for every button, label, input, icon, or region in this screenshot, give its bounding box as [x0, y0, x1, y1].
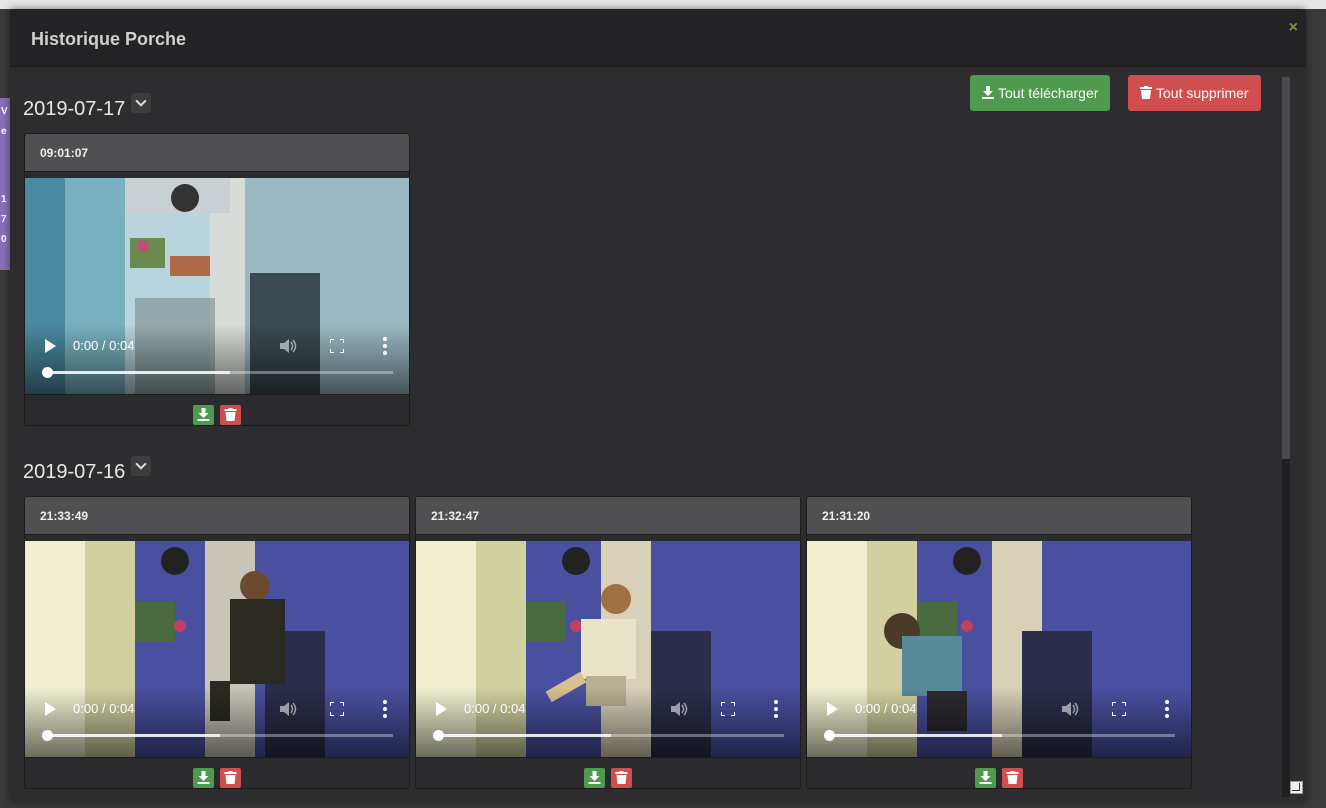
resize-handle-icon[interactable] — [1290, 781, 1303, 794]
seek-knob[interactable] — [824, 730, 835, 741]
volume-icon[interactable] — [280, 338, 298, 354]
clip-card: 21:31:20 0:00 / 0:04 — [806, 496, 1192, 789]
buffered-bar — [438, 734, 611, 737]
seek-bar[interactable] — [438, 734, 784, 737]
player-time: 0:00 / 0:04 — [73, 701, 135, 716]
clip-footer — [25, 394, 409, 425]
more-options-icon[interactable] — [1165, 700, 1169, 718]
clip-card: 21:32:47 0:00 / 0:04 — [415, 496, 801, 789]
delete-clip-button[interactable] — [1002, 768, 1023, 788]
chevron-down-icon[interactable] — [131, 456, 152, 476]
play-icon[interactable] — [436, 702, 447, 716]
clip-header: 21:31:20 — [807, 497, 1191, 535]
clip-footer — [416, 757, 800, 788]
modal-body: Tout télécharger Tout supprimer 2019-07-… — [10, 67, 1284, 802]
trash-icon — [224, 408, 237, 421]
delete-all-label: Tout supprimer — [1156, 85, 1249, 101]
fullscreen-icon[interactable] — [721, 702, 735, 716]
modal-title: Historique Porche — [31, 29, 187, 49]
chevron-down-icon[interactable] — [131, 93, 152, 113]
close-icon[interactable]: × — [1289, 19, 1298, 37]
history-modal: Historique Porche × Tout télécharger Tou… — [10, 9, 1306, 802]
seek-knob[interactable] — [42, 367, 53, 378]
background-tile: Ve170 — [0, 98, 10, 270]
controls-shade — [25, 687, 409, 757]
fullscreen-icon[interactable] — [330, 702, 344, 716]
play-icon[interactable] — [45, 339, 56, 353]
trash-icon — [1006, 771, 1019, 784]
video-player[interactable]: 0:00 / 0:04 — [25, 178, 409, 394]
seek-bar[interactable] — [47, 371, 393, 374]
buffered-bar — [47, 371, 231, 374]
fullscreen-icon[interactable] — [330, 339, 344, 353]
download-icon — [197, 408, 210, 421]
scrollbar[interactable] — [1282, 77, 1290, 797]
delete-all-button[interactable]: Tout supprimer — [1128, 75, 1261, 111]
fullscreen-icon[interactable] — [1112, 702, 1126, 716]
delete-clip-button[interactable] — [611, 768, 632, 788]
controls-shade — [25, 324, 409, 394]
date-heading: 2019-07-17 — [23, 93, 152, 121]
download-all-label: Tout télécharger — [998, 85, 1099, 101]
trash-icon — [615, 771, 628, 784]
date-label: 2019-07-16 — [23, 461, 126, 483]
trash-icon — [224, 771, 237, 784]
date-label: 2019-07-17 — [23, 98, 126, 120]
clip-footer — [807, 757, 1191, 788]
trash-icon — [1140, 86, 1152, 99]
clip-header: 21:33:49 — [25, 497, 409, 535]
player-time: 0:00 / 0:04 — [855, 701, 917, 716]
player-time: 0:00 / 0:04 — [73, 338, 135, 353]
video-player[interactable]: 0:00 / 0:04 — [25, 541, 409, 757]
browser-top-strip — [0, 0, 1326, 9]
video-player[interactable]: 0:00 / 0:04 — [416, 541, 800, 757]
clip-time: 21:31:20 — [822, 509, 871, 523]
controls-shade — [416, 687, 800, 757]
download-icon — [197, 771, 210, 784]
scrollbar-thumb[interactable] — [1282, 77, 1290, 459]
volume-icon[interactable] — [671, 701, 689, 717]
clip-header: 21:32:47 — [416, 497, 800, 535]
clip-footer — [25, 757, 409, 788]
buffered-bar — [829, 734, 1002, 737]
video-player[interactable]: 0:00 / 0:04 — [807, 541, 1191, 757]
download-icon — [588, 771, 601, 784]
volume-icon[interactable] — [1062, 701, 1080, 717]
player-time: 0:00 / 0:04 — [464, 701, 526, 716]
seek-knob[interactable] — [433, 730, 444, 741]
seek-bar[interactable] — [829, 734, 1175, 737]
clip-time: 21:33:49 — [40, 509, 89, 523]
more-options-icon[interactable] — [383, 337, 387, 355]
clip-time: 21:32:47 — [431, 509, 480, 523]
modal-header: Historique Porche × — [10, 9, 1306, 67]
clip-time: 09:01:07 — [40, 146, 89, 160]
controls-shade — [807, 687, 1191, 757]
download-icon — [979, 771, 992, 784]
seek-knob[interactable] — [42, 730, 53, 741]
download-all-button[interactable]: Tout télécharger — [970, 75, 1111, 111]
play-icon[interactable] — [827, 702, 838, 716]
seek-bar[interactable] — [47, 734, 393, 737]
clip-header: 09:01:07 — [25, 134, 409, 172]
more-options-icon[interactable] — [774, 700, 778, 718]
date-heading: 2019-07-16 — [23, 456, 152, 484]
delete-clip-button[interactable] — [220, 768, 241, 788]
download-clip-button[interactable] — [193, 405, 214, 425]
delete-clip-button[interactable] — [220, 405, 241, 425]
download-clip-button[interactable] — [975, 768, 996, 788]
buffered-bar — [47, 734, 220, 737]
volume-icon[interactable] — [280, 701, 298, 717]
download-clip-button[interactable] — [193, 768, 214, 788]
more-options-icon[interactable] — [383, 700, 387, 718]
download-clip-button[interactable] — [584, 768, 605, 788]
clip-card: 09:01:07 0:00 / 0:04 — [24, 133, 410, 426]
play-icon[interactable] — [45, 702, 56, 716]
download-icon — [982, 86, 994, 99]
clip-card: 21:33:49 0:00 / 0:04 — [24, 496, 410, 789]
